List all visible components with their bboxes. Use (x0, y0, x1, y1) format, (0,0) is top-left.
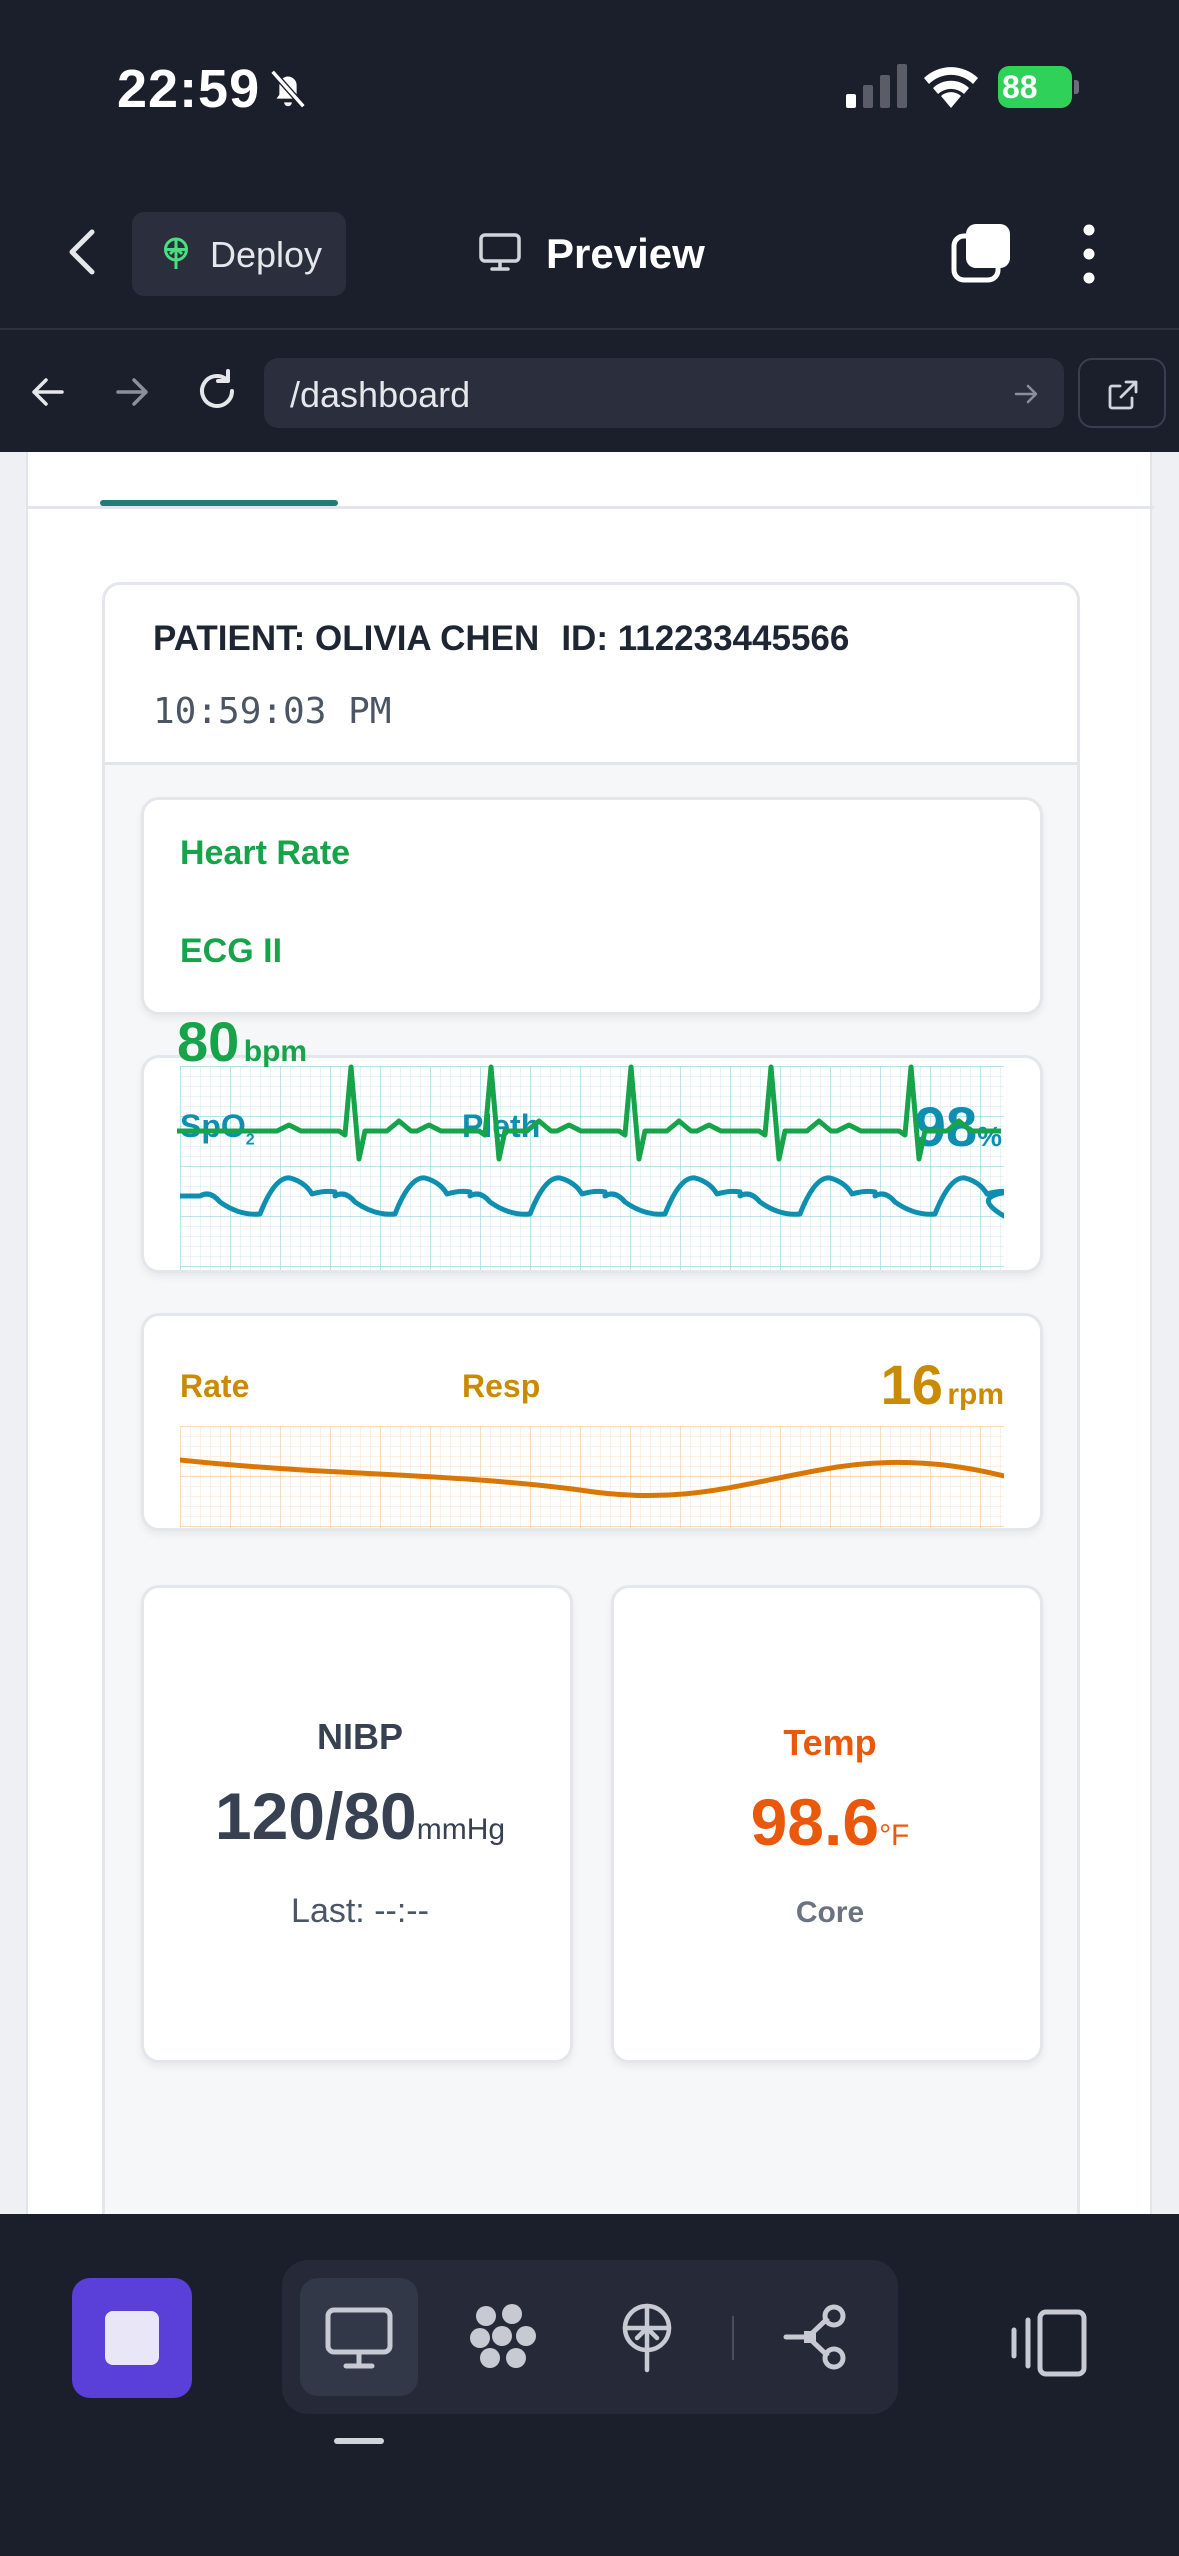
nibp-value: 120/80mmHg (214, 1779, 506, 1853)
resp-label: Resp (462, 1368, 541, 1404)
arrow-right-icon[interactable] (110, 370, 154, 414)
resp-grid (180, 1426, 1004, 1528)
heart-rate-card: Heart Rate ECG II (141, 797, 1043, 1015)
stop-icon (105, 2311, 159, 2365)
share-nodes-icon (783, 2304, 846, 2370)
app-toolbar: Deploy Preview (0, 170, 1179, 330)
monitor-icon (479, 233, 521, 271)
deploy-button[interactable]: Deploy (132, 212, 346, 296)
tool-group (282, 2260, 898, 2414)
temp-site: Core (795, 1896, 865, 1929)
address-bar: /dashboard (0, 332, 1179, 452)
heart-rate-title: Heart Rate (180, 834, 351, 872)
bell-muted-icon (270, 69, 306, 109)
reload-icon[interactable] (192, 366, 242, 416)
ecg-waveform-area (177, 1064, 1001, 1162)
deploy-icon (622, 2303, 672, 2373)
status-time: 22:59 (117, 59, 261, 119)
patient-info: PATIENT: OLIVIA CHEN ID: 112233445566 (153, 619, 849, 659)
tab-divider (28, 506, 1154, 509)
dashboard-page: PATIENT: OLIVIA CHEN ID: 112233445566 10:… (26, 452, 1154, 2214)
go-arrow-icon[interactable] (1012, 380, 1040, 408)
more-options-icon[interactable] (1074, 222, 1104, 286)
bottom-dock (0, 2214, 1179, 2556)
web-preview-viewport: PATIENT: OLIVIA CHEN ID: 112233445566 10:… (0, 452, 1179, 2214)
tool-deploy[interactable] (588, 2278, 706, 2396)
arrow-left-icon[interactable] (26, 370, 70, 414)
monitor-clock: 10:59:03 PM (153, 691, 392, 732)
grid-apps-icon (470, 2304, 536, 2368)
battery-level: 88 (1002, 69, 1038, 105)
tool-preview[interactable] (300, 2278, 418, 2396)
resp-value: 16 rpm (880, 1353, 1004, 1416)
nibp-last-reading: Last: --:-- (291, 1892, 429, 1930)
temp-value: 98.6°F (750, 1785, 910, 1859)
preview-tab[interactable]: Preview (478, 228, 738, 278)
battery-indicator: 88 (998, 66, 1080, 108)
patient-name: PATIENT: OLIVIA CHEN (153, 619, 540, 658)
preview-label: Preview (546, 230, 705, 277)
deploy-icon (164, 237, 188, 269)
patient-id: ID: 112233445566 (561, 619, 850, 658)
nibp-card: NIBP 120/80mmHg Last: --:-- (141, 1585, 573, 2063)
monitor-header: PATIENT: OLIVIA CHEN ID: 112233445566 10:… (105, 585, 1077, 765)
patient-monitor: PATIENT: OLIVIA CHEN ID: 112233445566 10:… (102, 582, 1080, 2214)
tool-separator (732, 2316, 734, 2360)
tool-share[interactable] (758, 2278, 876, 2396)
monitor-icon (325, 2307, 393, 2369)
temp-card: Temp 98.6°F Core (611, 1585, 1043, 2063)
open-external-button[interactable] (1078, 358, 1166, 428)
deploy-label: Deploy (210, 234, 323, 275)
ecg-lead-label: ECG II (180, 932, 283, 970)
resp-card: Rate Resp 16 rpm (141, 1313, 1043, 1531)
device-frame-icon[interactable] (1006, 2308, 1090, 2378)
cellular-signal-icon (846, 64, 907, 108)
active-tool-indicator (334, 2438, 384, 2444)
url-field[interactable]: /dashboard (264, 358, 1064, 428)
temp-title: Temp (783, 1722, 877, 1763)
nibp-title: NIBP (316, 1716, 403, 1757)
tabs-switcher-icon[interactable] (950, 222, 1014, 284)
tool-apps[interactable] (444, 2278, 562, 2396)
status-bar: 22:59 88 (0, 0, 1179, 170)
heart-rate-value: 80 bpm (177, 1010, 308, 1073)
stop-button[interactable] (72, 2278, 192, 2398)
wifi-icon (924, 67, 978, 108)
resp-rate-label: Rate (180, 1368, 250, 1404)
ecg-waveform (177, 1064, 1001, 1162)
url-text: /dashboard (290, 374, 471, 415)
back-chevron-icon[interactable] (58, 224, 108, 280)
external-link-icon (1108, 380, 1138, 410)
